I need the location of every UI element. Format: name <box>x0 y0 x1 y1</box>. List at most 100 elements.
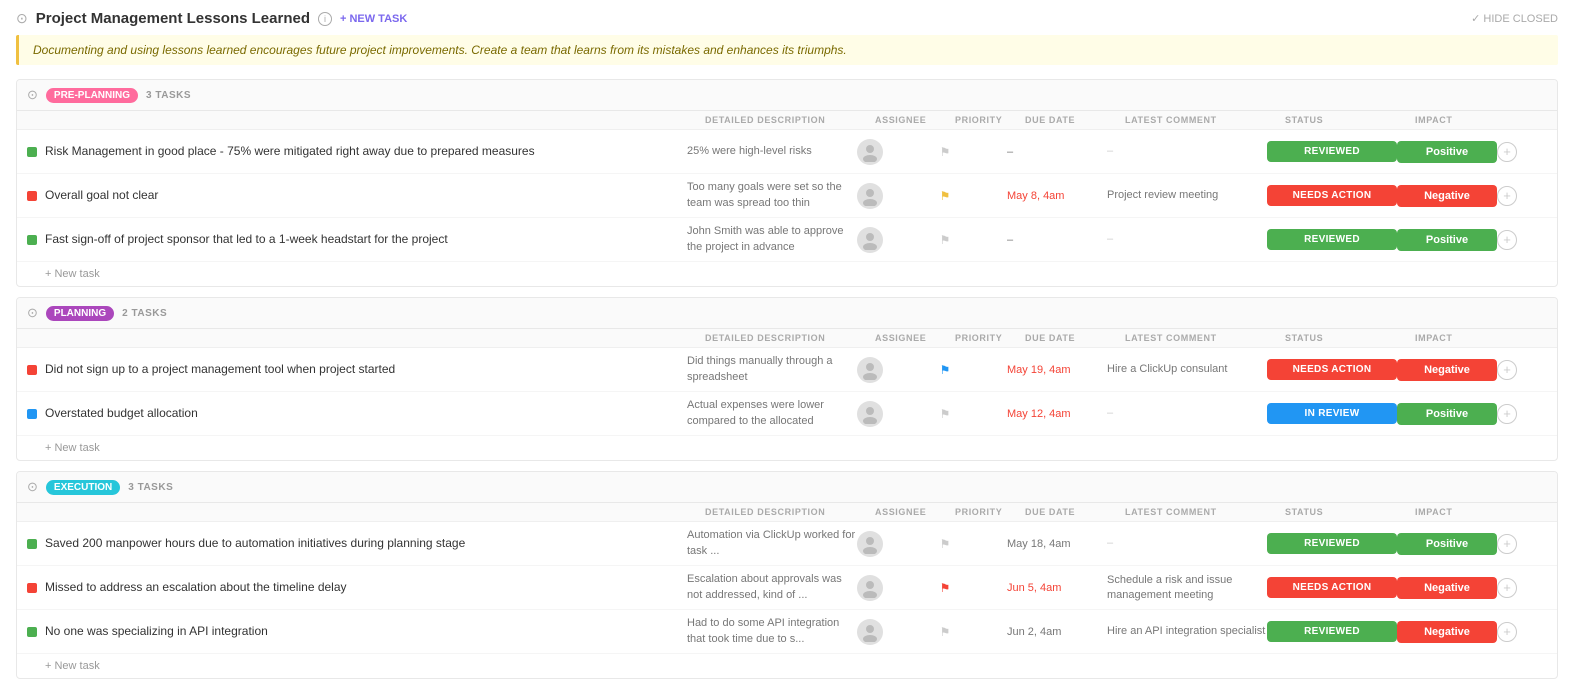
add-button[interactable]: + <box>1497 230 1517 250</box>
status-button[interactable]: NEEDS ACTION <box>1267 577 1397 598</box>
avatar <box>857 531 883 557</box>
table-row: Overall goal not clear Too many goals we… <box>17 174 1557 218</box>
impact-button[interactable]: Negative <box>1397 185 1497 207</box>
impact-cell: Negative <box>1397 621 1497 643</box>
impact-cell: Positive <box>1397 141 1497 163</box>
add-button[interactable]: + <box>1497 360 1517 380</box>
col-priority: PRIORITY <box>955 507 1025 517</box>
col-impact: IMPACT <box>1415 115 1515 125</box>
priority-flag: ⚑ <box>937 406 953 422</box>
task-name: Saved 200 manpower hours due to automati… <box>45 536 465 552</box>
task-name: Overall goal not clear <box>45 188 158 204</box>
new-task-button[interactable]: + NEW TASK <box>340 13 407 25</box>
collapse-icon[interactable]: ⊙ <box>16 10 28 27</box>
section-planning: ⊙ PLANNING 2 TASKS DETAILED DESCRIPTION … <box>16 297 1558 461</box>
add-button[interactable]: + <box>1497 186 1517 206</box>
impact-button[interactable]: Positive <box>1397 403 1497 425</box>
status-button[interactable]: REVIEWED <box>1267 141 1397 162</box>
task-name-cell: Risk Management in good place - 75% were… <box>27 138 687 166</box>
due-date: Jun 5, 4am <box>1007 582 1107 594</box>
impact-cell: Negative <box>1397 577 1497 599</box>
add-button[interactable]: + <box>1497 142 1517 162</box>
section-collapse-execution[interactable]: ⊙ <box>27 479 38 495</box>
avatar <box>857 183 883 209</box>
page-header: ⊙ Project Management Lessons Learned i +… <box>16 10 1558 27</box>
impact-cell: Positive <box>1397 403 1497 425</box>
task-dot <box>27 627 37 637</box>
priority-flag: ⚑ <box>937 580 953 596</box>
section-badge-planning: PLANNING <box>46 306 114 321</box>
status-button[interactable]: REVIEWED <box>1267 533 1397 554</box>
col-due-date: DUE DATE <box>1025 507 1125 517</box>
col-assignee: ASSIGNEE <box>875 507 955 517</box>
status-button[interactable]: REVIEWED <box>1267 229 1397 250</box>
assignee-cell <box>857 575 937 601</box>
due-date: May 8, 4am <box>1007 190 1107 202</box>
status-button[interactable]: IN REVIEW <box>1267 403 1397 424</box>
status-button[interactable]: NEEDS ACTION <box>1267 359 1397 380</box>
new-task-link[interactable]: + New task <box>17 654 1557 678</box>
col-assignee: ASSIGNEE <box>875 333 955 343</box>
task-dot <box>27 147 37 157</box>
latest-comment: Hire a ClickUp consulant <box>1107 362 1267 376</box>
due-date: May 19, 4am <box>1007 364 1107 376</box>
latest-comment: – <box>1107 406 1267 420</box>
impact-button[interactable]: Negative <box>1397 621 1497 643</box>
col-description: DETAILED DESCRIPTION <box>705 333 875 343</box>
impact-button[interactable]: Negative <box>1397 577 1497 599</box>
table-row: Risk Management in good place - 75% were… <box>17 130 1557 174</box>
section-tasks-count-planning: 2 TASKS <box>122 308 167 319</box>
task-name: Overstated budget allocation <box>45 406 198 422</box>
task-name-cell: Missed to address an escalation about th… <box>27 574 687 602</box>
col-add <box>1515 333 1545 343</box>
assignee-cell <box>857 139 937 165</box>
new-task-link[interactable]: + New task <box>17 262 1557 286</box>
add-button[interactable]: + <box>1497 578 1517 598</box>
impact-button[interactable]: Positive <box>1397 141 1497 163</box>
section-tasks-count-preplanning: 3 TASKS <box>146 90 191 101</box>
task-description: Actual expenses were lower compared to t… <box>687 398 857 429</box>
status-button[interactable]: REVIEWED <box>1267 621 1397 642</box>
latest-comment: – <box>1107 536 1267 550</box>
add-cell: + <box>1497 534 1527 554</box>
due-date: May 18, 4am <box>1007 538 1107 550</box>
col-description: DETAILED DESCRIPTION <box>705 115 875 125</box>
priority-flag: ⚑ <box>937 362 953 378</box>
section-badge-execution: EXECUTION <box>46 480 120 495</box>
table-row: Fast sign-off of project sponsor that le… <box>17 218 1557 262</box>
avatar <box>857 357 883 383</box>
status-cell: REVIEWED <box>1267 229 1397 250</box>
impact-button[interactable]: Negative <box>1397 359 1497 381</box>
priority-flag: ⚑ <box>937 144 953 160</box>
status-button[interactable]: NEEDS ACTION <box>1267 185 1397 206</box>
task-name: Fast sign-off of project sponsor that le… <box>45 232 448 248</box>
impact-button[interactable]: Positive <box>1397 533 1497 555</box>
status-cell: NEEDS ACTION <box>1267 577 1397 598</box>
col-latest-comment: LATEST COMMENT <box>1125 507 1285 517</box>
col-description: DETAILED DESCRIPTION <box>705 507 875 517</box>
latest-comment: – <box>1107 144 1267 158</box>
due-date: – <box>1007 234 1107 246</box>
add-button[interactable]: + <box>1497 622 1517 642</box>
col-latest-comment: LATEST COMMENT <box>1125 333 1285 343</box>
new-task-link[interactable]: + New task <box>17 436 1557 460</box>
section-execution: ⊙ EXECUTION 3 TASKS DETAILED DESCRIPTION… <box>16 471 1558 679</box>
col-add <box>1515 507 1545 517</box>
add-button[interactable]: + <box>1497 404 1517 424</box>
section-collapse-preplanning[interactable]: ⊙ <box>27 87 38 103</box>
col-priority: PRIORITY <box>955 115 1025 125</box>
add-button[interactable]: + <box>1497 534 1517 554</box>
col-task <box>45 333 705 343</box>
add-cell: + <box>1497 360 1527 380</box>
col-priority: PRIORITY <box>955 333 1025 343</box>
task-description: John Smith was able to approve the proje… <box>687 224 857 255</box>
assignee-cell <box>857 619 937 645</box>
hide-closed-button[interactable]: ✓ HIDE CLOSED <box>1471 12 1558 25</box>
task-dot <box>27 235 37 245</box>
info-icon[interactable]: i <box>318 12 332 26</box>
section-collapse-planning[interactable]: ⊙ <box>27 305 38 321</box>
status-cell: NEEDS ACTION <box>1267 185 1397 206</box>
header-left: ⊙ Project Management Lessons Learned i +… <box>16 10 407 27</box>
status-cell: REVIEWED <box>1267 621 1397 642</box>
impact-button[interactable]: Positive <box>1397 229 1497 251</box>
